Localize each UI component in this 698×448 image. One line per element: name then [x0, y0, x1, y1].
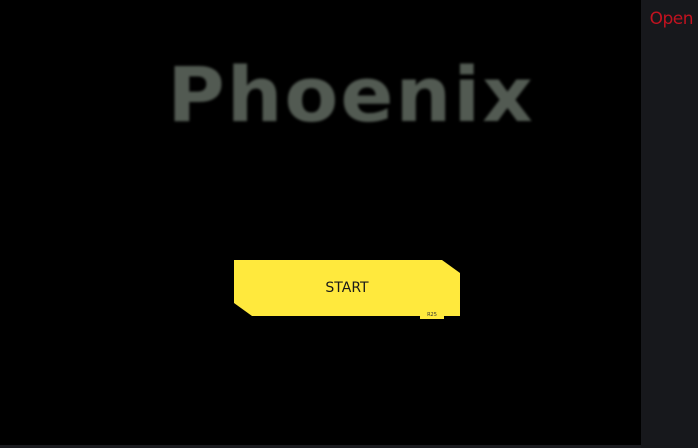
app-window: Phoenix START R25 Open: [0, 0, 698, 448]
side-panel: Open: [641, 0, 698, 448]
version-tag: R25: [420, 312, 444, 319]
game-canvas[interactable]: Phoenix START R25: [0, 0, 641, 445]
start-button[interactable]: START: [234, 260, 460, 316]
start-button-label: START: [325, 280, 369, 296]
open-link[interactable]: Open: [650, 9, 694, 29]
game-title: Phoenix: [167, 50, 535, 139]
